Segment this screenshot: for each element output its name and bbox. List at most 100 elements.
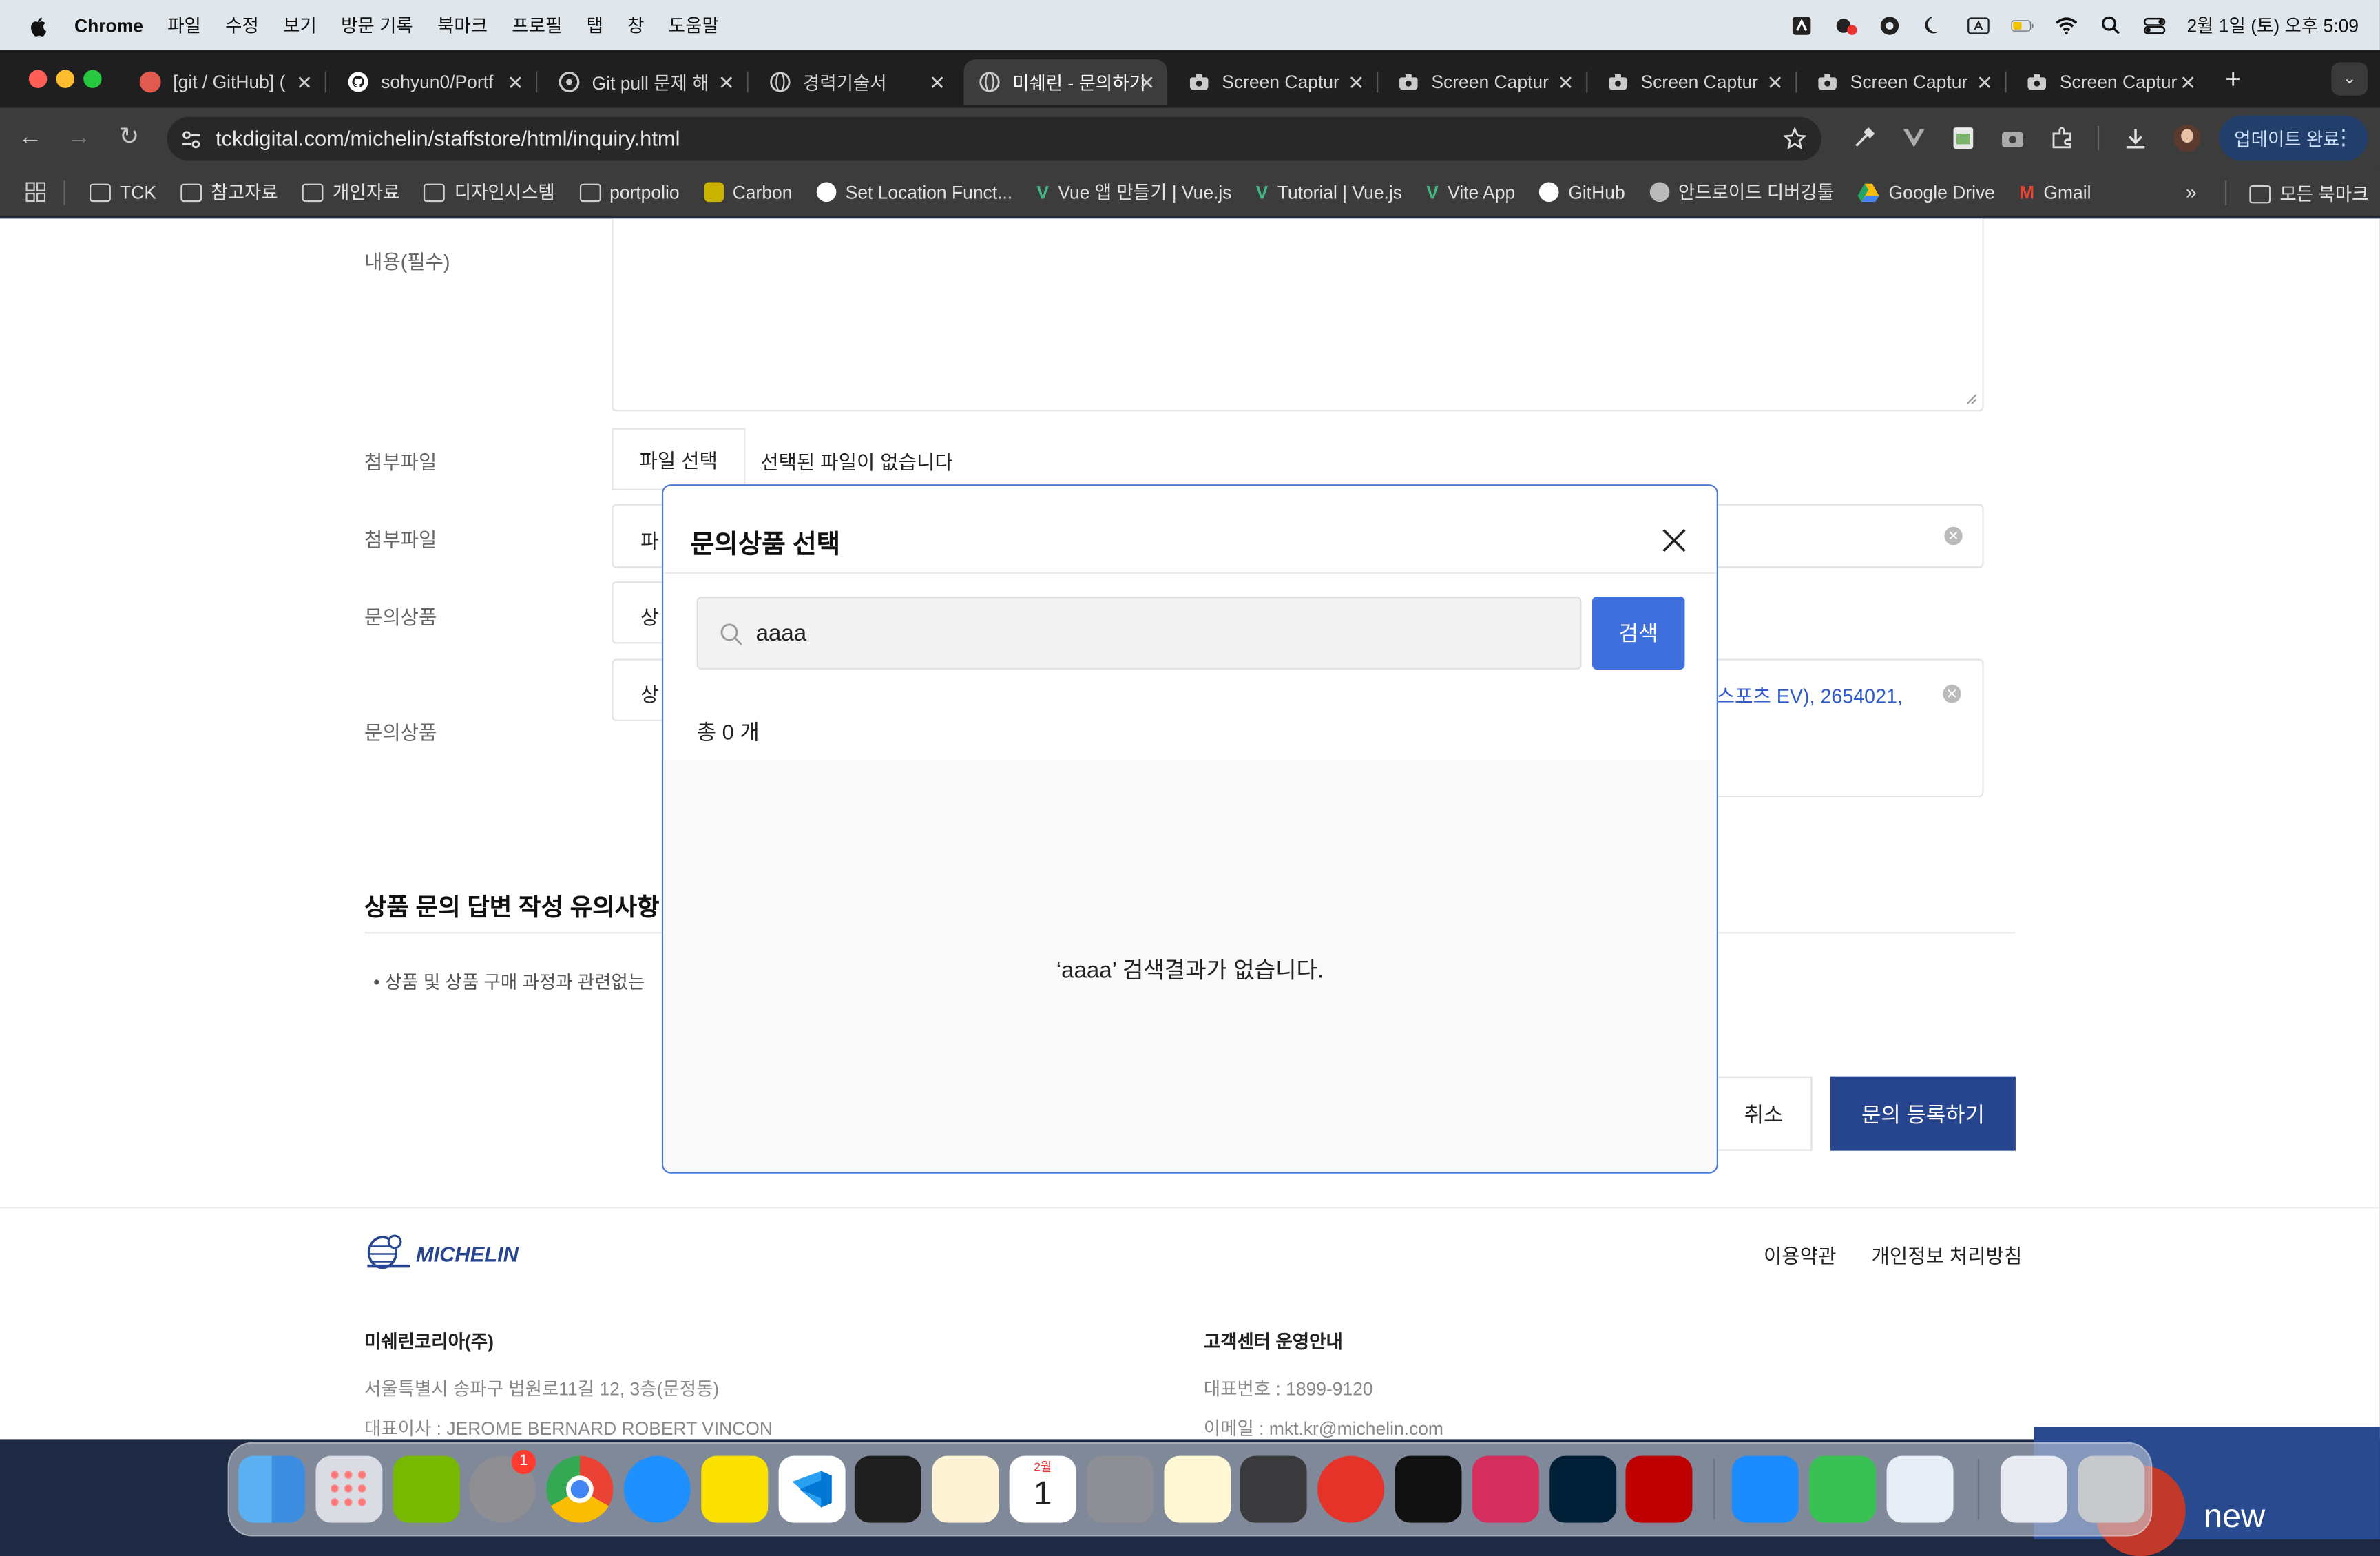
update-complete-button[interactable]: 업데이트 완료 ⋮: [2219, 115, 2368, 161]
vue-devtools-icon[interactable]: [1902, 127, 1926, 149]
tab-michelin-inquiry[interactable]: 미쉐린 - 문의하기 ✕: [963, 59, 1167, 105]
wifi-icon[interactable]: [2055, 14, 2078, 36]
filezilla-icon[interactable]: [1625, 1455, 1693, 1523]
menubar-clock[interactable]: 2월 1일 (토) 오후 5:09: [2186, 12, 2359, 38]
safari-icon[interactable]: [623, 1455, 691, 1523]
screen-capture-extension-icon[interactable]: [2001, 127, 2025, 149]
tab-close-icon[interactable]: ✕: [507, 72, 523, 96]
menu-edit[interactable]: 수정: [225, 12, 259, 38]
back-arrow-icon[interactable]: ←: [17, 125, 44, 152]
extensions-puzzle-icon[interactable]: [2051, 126, 2075, 150]
bookmark-star-icon[interactable]: [1783, 127, 1806, 150]
search-button[interactable]: 검색: [1591, 597, 1685, 670]
downloads-stack-icon[interactable]: [2000, 1455, 2067, 1523]
numbers-icon[interactable]: [1809, 1455, 1877, 1523]
chrome-icon[interactable]: [546, 1455, 614, 1523]
bookmark-set-location[interactable]: Set Location Funct...: [816, 181, 1012, 203]
vscode-icon[interactable]: [778, 1455, 846, 1523]
tab-screen-capture-5[interactable]: Screen Captur ✕: [2011, 59, 2209, 105]
kakaotalk-icon[interactable]: [701, 1455, 769, 1523]
reload-icon[interactable]: ↻: [116, 125, 143, 152]
launchpad-icon[interactable]: [315, 1455, 383, 1523]
tab-close-icon[interactable]: ✕: [2180, 72, 2196, 96]
bookmark-github[interactable]: GitHub: [1539, 181, 1625, 203]
menu-bookmarks[interactable]: 북마크: [437, 12, 488, 38]
apps-grid-icon[interactable]: [25, 182, 46, 203]
tab-git-github[interactable]: [git / GitHub] ( ✕: [125, 59, 326, 105]
url-text[interactable]: tckdigital.com/michelin/staffstore/html/…: [216, 126, 680, 150]
menu-app-name[interactable]: Chrome: [74, 14, 143, 36]
bookmark-all[interactable]: 모든 북마크: [2249, 180, 2368, 206]
menu-profiles[interactable]: 프로필: [512, 12, 562, 38]
window-close-button[interactable]: [28, 70, 48, 88]
zeplin-icon[interactable]: [932, 1455, 999, 1523]
tab-portfolio[interactable]: sohyun0/Portf ✕: [333, 59, 538, 105]
bookmark-android-debug[interactable]: 안드로이드 디버깅툴: [1649, 179, 1834, 205]
bookmark-personal[interactable]: 개인자료: [302, 179, 399, 205]
download-icon[interactable]: [2123, 126, 2147, 150]
tab-screen-capture-3[interactable]: Screen Captur ✕: [1592, 59, 1797, 105]
bookmark-portpolio[interactable]: portpolio: [579, 181, 680, 203]
tab-close-icon[interactable]: ✕: [1558, 72, 1574, 96]
profile-avatar[interactable]: [2173, 124, 2201, 152]
tab-close-icon[interactable]: ✕: [1138, 72, 1155, 96]
forward-arrow-icon[interactable]: →: [65, 125, 93, 152]
tab-screen-capture-4[interactable]: Screen Captur ✕: [1802, 59, 2007, 105]
tab-close-icon[interactable]: ✕: [1348, 72, 1364, 96]
apple-menu-icon[interactable]: [28, 14, 49, 36]
tab-close-icon[interactable]: ✕: [929, 72, 946, 96]
todo-app-icon[interactable]: [1317, 1455, 1385, 1523]
input-source-icon[interactable]: [1967, 14, 1990, 36]
tab-career[interactable]: 경력기술서 ✕: [754, 59, 957, 105]
eyedropper-extension-icon[interactable]: [1852, 126, 1876, 150]
bookmark-vue-tutorial[interactable]: V Tutorial | Vue.js: [1256, 181, 1402, 203]
system-settings-icon[interactable]: 1: [469, 1449, 536, 1523]
more-bookmarks-chevron-icon[interactable]: »: [2186, 180, 2197, 203]
status-record-icon[interactable]: [1835, 14, 1857, 36]
menu-view[interactable]: 보기: [283, 12, 317, 38]
tab-search-chevron-icon[interactable]: ⌄: [2331, 62, 2368, 96]
tab-close-icon[interactable]: ✕: [296, 72, 313, 96]
photoshop-icon[interactable]: [1549, 1455, 1617, 1523]
notes-icon[interactable]: [1164, 1455, 1231, 1523]
tab-screen-capture-1[interactable]: Screen Captur ✕: [1173, 59, 1379, 105]
bookmark-carbon[interactable]: Carbon: [703, 181, 792, 203]
calendar-icon[interactable]: 2월 1: [1009, 1455, 1076, 1523]
modal-close-icon[interactable]: [1659, 526, 1689, 556]
bookmark-design-system[interactable]: 디자인시스템: [424, 179, 555, 205]
more-vertical-icon[interactable]: ⋮: [2333, 125, 2355, 150]
bookmark-tck[interactable]: TCK: [90, 181, 156, 203]
sheets-extension-icon[interactable]: [1952, 126, 1974, 150]
new-tab-plus-icon[interactable]: +: [2225, 64, 2241, 96]
product-search-input[interactable]: aaaa: [696, 597, 1582, 670]
menu-help[interactable]: 도움말: [669, 12, 719, 38]
tab-git-pull[interactable]: Git pull 문제 해 ✕: [543, 59, 749, 105]
bookmark-google-drive[interactable]: Google Drive: [1858, 181, 1995, 203]
control-center-icon[interactable]: [2143, 14, 2166, 36]
bookmark-reference[interactable]: 참고자료: [180, 179, 278, 205]
creative-cloud-icon[interactable]: [1472, 1455, 1539, 1523]
dark-mode-moon-icon[interactable]: [1923, 14, 1945, 36]
tab-close-icon[interactable]: ✕: [718, 72, 735, 96]
terminal-icon[interactable]: [1395, 1455, 1462, 1523]
window-zoom-button[interactable]: [83, 70, 102, 88]
window-minimize-button[interactable]: [56, 70, 74, 88]
bookmark-vue-app[interactable]: V Vue 앱 만들기 | Vue.js: [1036, 179, 1231, 205]
address-bar[interactable]: tckdigital.com/michelin/staffstore/html/…: [167, 116, 1821, 161]
finder-icon[interactable]: [238, 1455, 306, 1523]
menu-window[interactable]: 창: [627, 12, 644, 38]
dictionary-icon[interactable]: [1087, 1455, 1154, 1523]
bookmark-vite-app[interactable]: V Vite App: [1426, 181, 1515, 203]
trash-icon[interactable]: [2078, 1455, 2145, 1523]
status-a-icon[interactable]: [1791, 14, 1813, 36]
passwords-icon[interactable]: [1886, 1455, 1954, 1523]
bookmark-gmail[interactable]: M Gmail: [2019, 181, 2091, 203]
tab-close-icon[interactable]: ✕: [1976, 72, 1993, 96]
status-hex-icon[interactable]: [1879, 14, 1901, 36]
spotlight-search-icon[interactable]: [2099, 14, 2122, 36]
calculator-icon[interactable]: [1240, 1455, 1307, 1523]
menu-file[interactable]: 파일: [167, 12, 201, 38]
nvidia-icon[interactable]: [393, 1455, 460, 1523]
menu-tab[interactable]: 탭: [587, 12, 603, 38]
tab-close-icon[interactable]: ✕: [1767, 72, 1784, 96]
